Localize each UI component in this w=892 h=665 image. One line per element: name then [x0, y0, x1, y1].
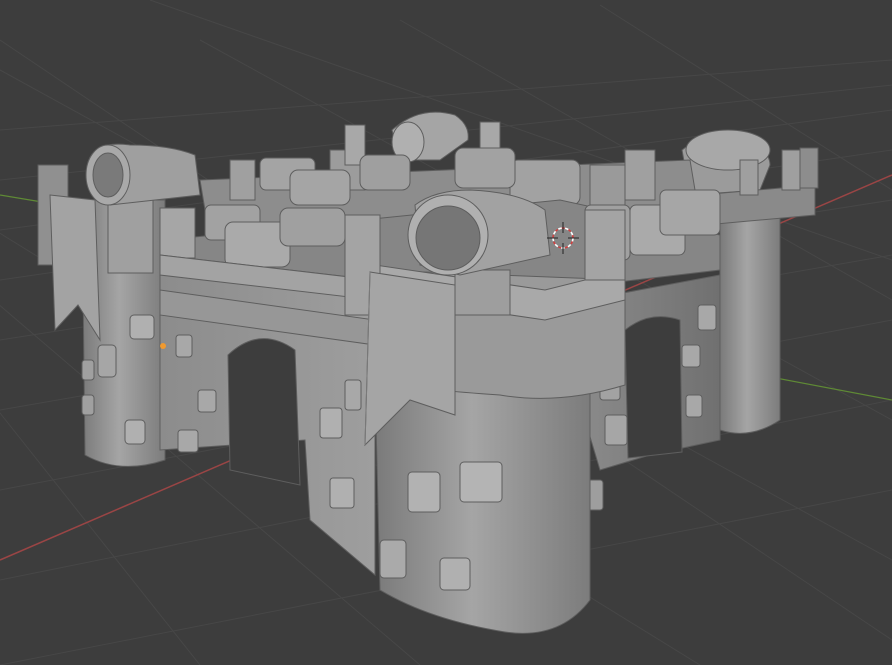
castle-model[interactable]	[37, 111, 819, 634]
object-origin-icon[interactable]	[160, 343, 166, 349]
viewport-scene[interactable]	[0, 0, 892, 665]
3d-viewport[interactable]	[0, 0, 892, 665]
